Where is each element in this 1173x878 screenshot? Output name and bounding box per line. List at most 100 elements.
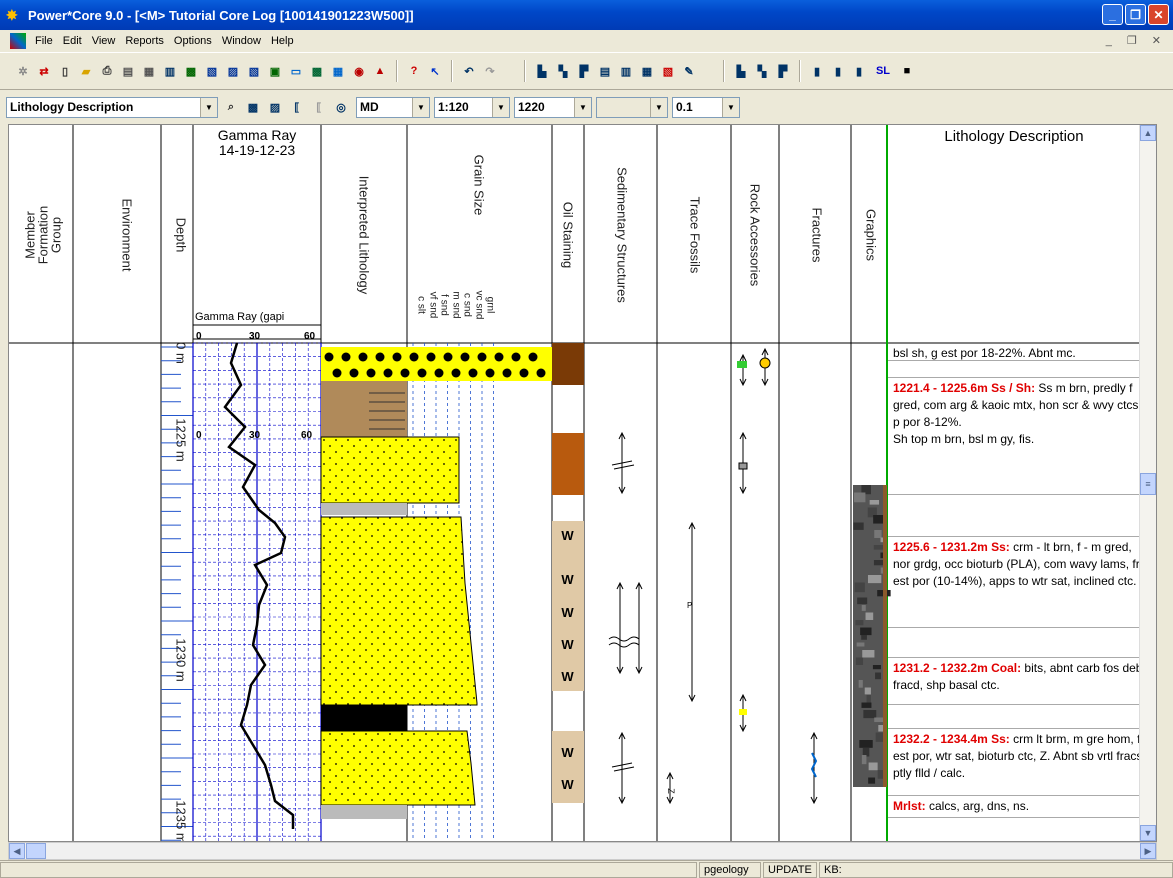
chevron-down-icon[interactable]: ▼ [200,98,217,117]
open-folder-icon[interactable]: ▰ [77,62,95,80]
tool-n-icon[interactable]: ▮ [850,62,868,80]
redo-icon[interactable]: ↷ [481,62,499,80]
close-button[interactable]: ✕ [1148,4,1169,25]
lithology-icon[interactable]: ▩ [182,62,200,80]
tool-e-icon[interactable]: ▥ [617,62,635,80]
scroll-down-icon[interactable]: ▼ [1140,825,1156,841]
horizontal-scroll-thumb[interactable] [26,843,46,859]
horizontal-scrollbar[interactable]: ◀ ▶ [8,842,1157,860]
tool-j-icon[interactable]: ▚ [753,62,771,80]
scroll-up-icon[interactable]: ▲ [1140,125,1156,141]
description-block[interactable]: 1225.6 - 1231.2m Ss: crm - lt brn, f - m… [888,536,1152,628]
tool-h-icon[interactable]: ✎ [680,62,698,80]
menu-window[interactable]: Window [217,35,266,47]
step-select[interactable]: ▼ [596,97,668,118]
start-depth-select[interactable]: 1220 ▼ [514,97,592,118]
increment-select[interactable]: 0.1 ▼ [672,97,740,118]
triangle-icon[interactable]: ▲ [371,62,389,80]
zoom-tool-icon[interactable]: ⌕ [222,98,240,116]
core-photo-texture [853,523,863,530]
mdi-controls[interactable]: _ ❐ ✕ [1106,34,1167,47]
lithology-description-column[interactable]: bsl sh, g est por 18-22%. Abnt mc. 1221.… [888,343,1156,842]
chevron-down-icon[interactable]: ▼ [574,98,591,117]
scroll-left-icon[interactable]: ◀ [9,843,25,859]
core-photo-texture [861,635,867,640]
menu-options[interactable]: Options [169,35,217,47]
report-icon[interactable]: ▦ [140,62,158,80]
sl-icon[interactable]: SL [871,62,895,80]
new-file-icon[interactable]: ▯ [56,62,74,80]
gear-icon[interactable]: ✲ [14,62,32,80]
track-icon[interactable]: ▧ [203,62,221,80]
pebble-symbol [367,369,376,378]
grid-icon[interactable]: ▦ [329,62,347,80]
tool-o-icon[interactable]: ■ [898,62,916,80]
core-photo-texture [866,613,874,620]
menu-file[interactable]: File [30,35,58,47]
import-icon[interactable]: ⇄ [35,62,53,80]
tool-a-icon[interactable]: ▙ [533,62,551,80]
tool-i-icon[interactable]: ▙ [732,62,750,80]
depth-label: 1235 m [174,800,189,842]
scroll-thumb[interactable]: ≡ [1140,473,1156,495]
target-icon[interactable]: ◎ [332,98,350,116]
tool-k-icon[interactable]: ▛ [774,62,792,80]
core-photo-texture [873,665,881,669]
pebble-symbol [444,353,453,362]
minimize-button[interactable]: _ [1102,4,1123,25]
menu-edit[interactable]: Edit [58,35,87,47]
chart-icon[interactable]: ▤ [119,62,137,80]
accessory-symbol [737,361,747,368]
chevron-down-icon[interactable]: ▼ [650,98,667,117]
find-icon[interactable]: ◉ [350,62,368,80]
edit-layers-icon[interactable]: ▨ [266,98,284,116]
pebble-symbol [325,353,334,362]
track3-icon[interactable]: ▧ [245,62,263,80]
depth-mode-select[interactable]: MD ▼ [356,97,430,118]
description-block[interactable]: 1231.2 - 1232.2m Coal: bits, abnt carb f… [888,657,1152,705]
print-icon[interactable]: ⎙ [98,62,116,80]
tool-d-icon[interactable]: ▤ [596,62,614,80]
tool-f-icon[interactable]: ▦ [638,62,656,80]
layers-icon[interactable]: ▩ [244,98,262,116]
gamma-title: Gamma Ray [193,128,321,143]
tool-g-icon[interactable]: ▧ [659,62,677,80]
status-user: pgeology [699,862,761,878]
description-block[interactable]: 1221.4 - 1225.6m Ss / Sh: Ss m brn, pred… [888,377,1152,495]
core-log-view[interactable]: Member Formation Group Environment Depth G… [8,124,1157,842]
menu-view[interactable]: View [87,35,121,47]
tool-l-icon[interactable]: ▮ [808,62,826,80]
pebble-symbol [350,369,359,378]
log-icon[interactable]: ▥ [161,62,179,80]
maximize-button[interactable]: ❐ [1125,4,1146,25]
menu-reports[interactable]: Reports [120,35,169,47]
help-icon[interactable]: ? [405,62,423,80]
pebble-symbol [520,369,529,378]
track2-icon[interactable]: ▨ [224,62,242,80]
bracket2-icon[interactable]: ⟦ [310,98,328,116]
tool-m-icon[interactable]: ▮ [829,62,847,80]
scroll-right-icon[interactable]: ▶ [1140,843,1156,859]
tool-c-icon[interactable]: ▛ [575,62,593,80]
description-block[interactable]: Mrlst: calcs, arg, dns, ns. [888,796,1152,818]
window-icon[interactable]: ▭ [287,62,305,80]
vertical-scrollbar[interactable]: ▲ ≡ ▼ [1139,125,1156,841]
tool-b-icon[interactable]: ▚ [554,62,572,80]
chevron-down-icon[interactable]: ▼ [492,98,509,117]
description-block[interactable]: 1232.2 - 1234.4m Ss: crm lt brm, m gre h… [888,728,1152,796]
gamma-curve-label: Gamma Ray (gapi [195,311,319,323]
core-photo-texture [862,605,866,611]
image-icon[interactable]: ▩ [308,62,326,80]
bracket-icon[interactable]: ⟦ [288,98,306,116]
header-grain-size: Grain Size [472,155,487,216]
layout-icon[interactable]: ▣ [266,62,284,80]
scale-select[interactable]: 1:120 ▼ [434,97,510,118]
menu-help[interactable]: Help [266,35,299,47]
undo-icon[interactable]: ↶ [460,62,478,80]
context-help-icon[interactable]: ↖ [426,62,444,80]
chevron-down-icon[interactable]: ▼ [412,98,429,117]
view-select[interactable]: Lithology Description ▼ [6,97,218,118]
chevron-down-icon[interactable]: ▼ [722,98,739,117]
description-block[interactable]: bsl sh, g est por 18-22%. Abnt mc. [888,343,1152,361]
oil-stain-mark: W [554,605,581,620]
